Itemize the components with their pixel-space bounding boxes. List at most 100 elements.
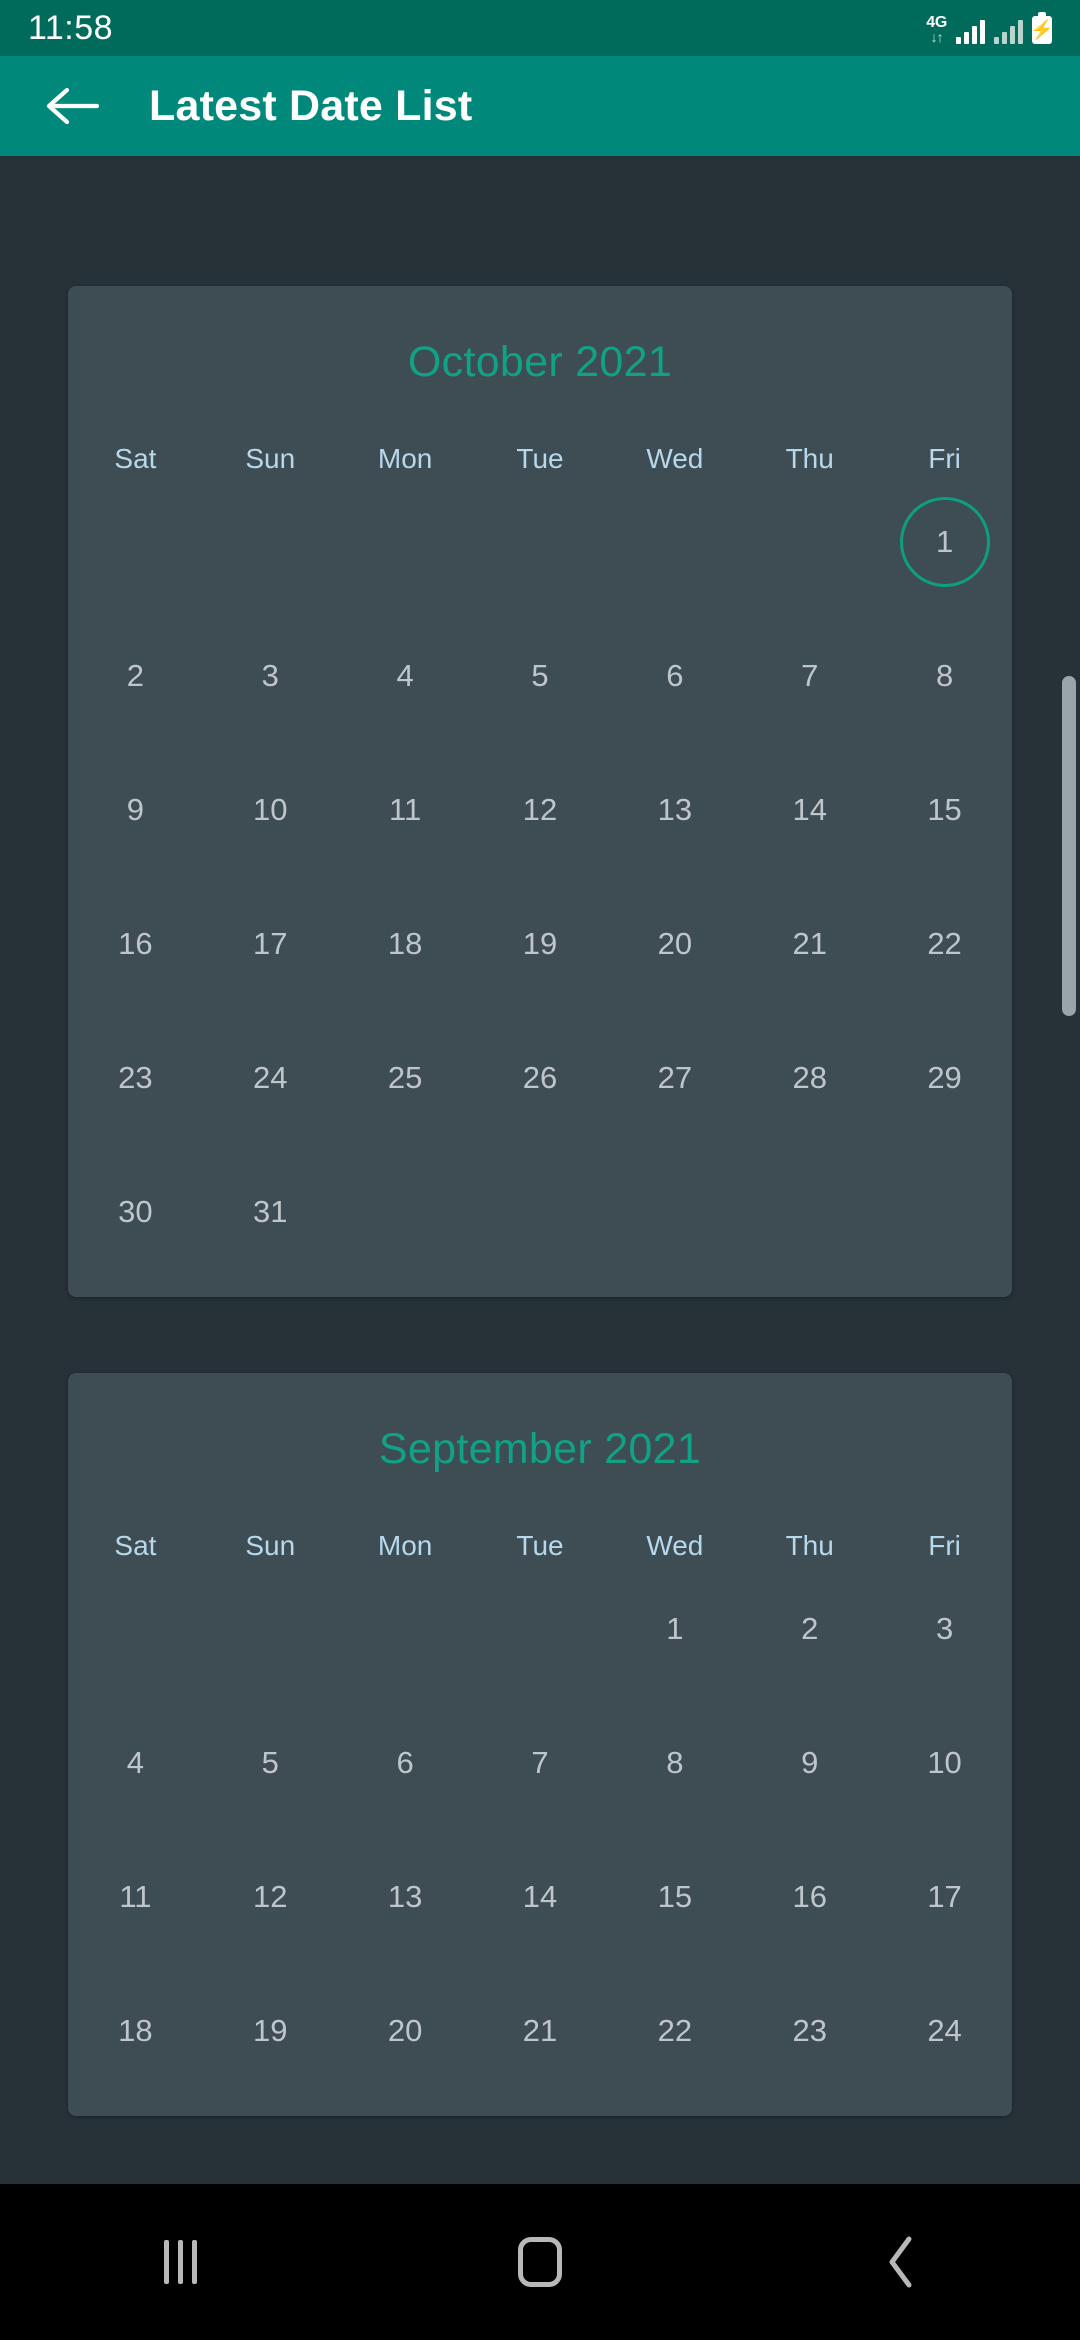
day-number: 14 <box>792 792 827 827</box>
day-cell[interactable]: 23 <box>742 1964 877 2098</box>
day-cell[interactable]: 7 <box>742 609 877 743</box>
day-cell-empty <box>877 1145 1012 1279</box>
day-cell[interactable]: 26 <box>473 1011 608 1145</box>
day-cell[interactable]: 23 <box>68 1011 203 1145</box>
day-cell[interactable]: 28 <box>742 1011 877 1145</box>
weekday-header-row: Sat Sun Mon Tue Wed Thu Fri <box>68 1484 1012 1562</box>
day-cell[interactable]: 19 <box>473 877 608 1011</box>
day-cell[interactable]: 18 <box>68 1964 203 2098</box>
day-cell[interactable]: 4 <box>338 609 473 743</box>
day-cell[interactable]: 14 <box>742 743 877 877</box>
vertical-scrollbar[interactable] <box>1062 676 1076 1016</box>
day-number: 17 <box>253 926 288 961</box>
day-cell[interactable]: 1 <box>607 1562 742 1696</box>
day-cell[interactable]: 7 <box>473 1696 608 1830</box>
day-cell[interactable]: 8 <box>607 1696 742 1830</box>
day-cell[interactable]: 2 <box>742 1562 877 1696</box>
recents-button[interactable] <box>90 2202 270 2322</box>
day-number: 7 <box>531 1745 549 1780</box>
day-cell[interactable]: 13 <box>607 743 742 877</box>
day-cell[interactable]: 2 <box>68 609 203 743</box>
day-cell[interactable]: 20 <box>607 877 742 1011</box>
day-number: 8 <box>666 1745 684 1780</box>
day-cell[interactable]: 6 <box>607 609 742 743</box>
day-cell[interactable]: 15 <box>877 743 1012 877</box>
calendar-scroll-area[interactable]: October 2021 Sat Sun Mon Tue Wed Thu Fri 1 2 3 4 5 6 7… <box>0 156 1080 2184</box>
day-number: 22 <box>927 926 962 961</box>
weekday-header-wed: Wed <box>646 1530 704 1561</box>
status-bar: 11:58 4G ↓↑ ⚡ <box>0 0 1080 56</box>
day-cell[interactable]: 8 <box>877 609 1012 743</box>
day-cell[interactable]: 20 <box>338 1964 473 2098</box>
week-row: 1 2 3 <box>68 1562 1012 1696</box>
day-number: 20 <box>657 926 693 961</box>
weekday-header-mon: Mon <box>377 443 433 474</box>
day-cell-empty <box>338 1145 473 1279</box>
day-number: 23 <box>792 2013 827 2048</box>
day-cell[interactable]: 31 <box>203 1145 338 1279</box>
app-bar: Latest Date List <box>0 56 1080 156</box>
day-cell[interactable]: 10 <box>203 743 338 877</box>
status-icons: 4G ↓↑ ⚡ <box>926 8 1054 48</box>
day-cell[interactable]: 29 <box>877 1011 1012 1145</box>
day-cell[interactable]: 12 <box>203 1830 338 1964</box>
day-cell[interactable]: 12 <box>473 743 608 877</box>
battery-charging-icon: ⚡ <box>1030 12 1054 44</box>
arrow-left-icon <box>46 86 100 126</box>
day-cell[interactable]: 11 <box>68 1830 203 1964</box>
day-number: 30 <box>118 1194 153 1229</box>
day-cell[interactable]: 17 <box>203 877 338 1011</box>
data-transfer-arrows-icon: ↓↑ <box>930 29 944 45</box>
day-cell[interactable]: 27 <box>607 1011 742 1145</box>
day-cell[interactable]: 14 <box>473 1830 608 1964</box>
day-cell[interactable]: 11 <box>338 743 473 877</box>
day-cell[interactable]: 22 <box>877 877 1012 1011</box>
day-cell[interactable]: 25 <box>338 1011 473 1145</box>
day-number: 28 <box>792 1060 827 1095</box>
day-cell[interactable]: 15 <box>607 1830 742 1964</box>
weekday-header-mon: Mon <box>377 1530 433 1561</box>
signal-bars-secondary-icon <box>994 18 1023 44</box>
day-number: 9 <box>801 1745 819 1780</box>
back-nav-button[interactable] <box>810 2202 990 2322</box>
day-cell[interactable]: 24 <box>877 1964 1012 2098</box>
day-number: 21 <box>792 926 827 961</box>
home-button[interactable] <box>450 2202 630 2322</box>
day-number: 3 <box>935 1611 954 1646</box>
day-cell[interactable]: 6 <box>338 1696 473 1830</box>
day-cell[interactable]: 9 <box>742 1696 877 1830</box>
day-cell[interactable]: 17 <box>877 1830 1012 1964</box>
day-cell[interactable]: 10 <box>877 1696 1012 1830</box>
day-cell[interactable]: 4 <box>68 1696 203 1830</box>
day-cell[interactable]: 5 <box>203 1696 338 1830</box>
day-number: 14 <box>522 1879 558 1914</box>
day-cell[interactable]: 22 <box>607 1964 742 2098</box>
day-cell[interactable]: 30 <box>68 1145 203 1279</box>
day-cell[interactable]: 1 <box>877 475 1012 609</box>
day-cell[interactable]: 21 <box>742 877 877 1011</box>
week-row: 11 12 13 14 15 16 17 <box>68 1830 1012 1964</box>
day-number: 11 <box>389 792 422 827</box>
day-cell[interactable]: 3 <box>203 609 338 743</box>
months-container: October 2021 Sat Sun Mon Tue Wed Thu Fri 1 2 3 4 5 6 7… <box>0 286 1080 2116</box>
4g-icon: 4G ↓↑ <box>926 15 947 45</box>
day-cell[interactable]: 24 <box>203 1011 338 1145</box>
day-cell[interactable]: 18 <box>338 877 473 1011</box>
week-row: 18 19 20 21 22 23 24 <box>68 1964 1012 2098</box>
day-cell[interactable]: 13 <box>338 1830 473 1964</box>
day-cell[interactable]: 16 <box>68 877 203 1011</box>
day-cell[interactable]: 16 <box>742 1830 877 1964</box>
day-cell-empty <box>607 1145 742 1279</box>
battery-bolt-glyph: ⚡ <box>1030 19 1054 41</box>
day-number: 31 <box>253 1194 288 1229</box>
weekday-header-tue: Tue <box>516 443 564 474</box>
day-cell[interactable]: 19 <box>203 1964 338 2098</box>
day-cell[interactable]: 5 <box>473 609 608 743</box>
day-number: 21 <box>522 2013 558 2048</box>
day-number: 22 <box>657 2013 693 2048</box>
day-cell[interactable]: 3 <box>877 1562 1012 1696</box>
back-button[interactable] <box>40 73 106 139</box>
day-cell[interactable]: 21 <box>473 1964 608 2098</box>
day-cell[interactable]: 9 <box>68 743 203 877</box>
day-number: 23 <box>118 1060 153 1095</box>
